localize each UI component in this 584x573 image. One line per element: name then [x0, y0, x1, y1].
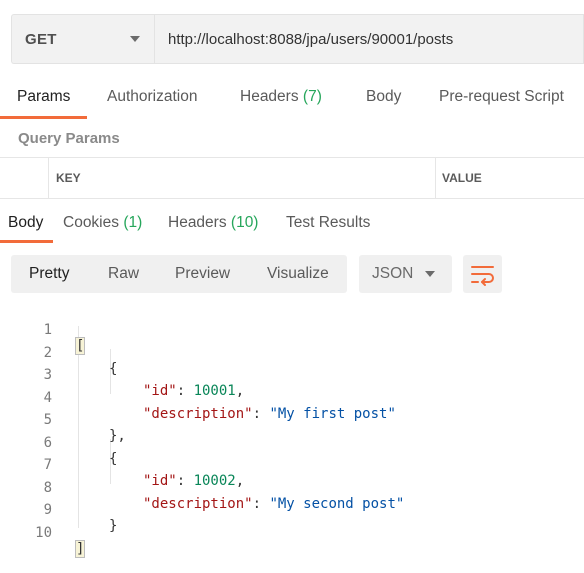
json-bracket: ] — [74, 540, 86, 558]
column-divider — [435, 158, 436, 199]
url-input[interactable]: http://localhost:8088/jpa/users/90001/po… — [154, 14, 584, 64]
view-preview-button[interactable]: Preview — [175, 265, 230, 283]
tab-label: Params — [17, 88, 71, 105]
tab-authorization[interactable]: Authorization — [107, 88, 197, 106]
code-line: 7 "id": 10002, — [0, 441, 584, 489]
code-line: 4 "description": "My first post" — [0, 374, 584, 422]
tab-label: Body — [366, 88, 402, 105]
chevron-down-icon — [130, 36, 140, 42]
code-line: 3 "id": 10001, — [0, 351, 584, 399]
chevron-down-icon — [425, 271, 435, 277]
request-bar: GET http://localhost:8088/jpa/users/9000… — [11, 14, 584, 64]
tab-pre-request-script[interactable]: Pre-request Script — [439, 88, 564, 106]
tab-label: Test Results — [286, 214, 371, 231]
code-line: 1 [ — [0, 306, 584, 355]
tab-headers[interactable]: Headers (7) — [240, 88, 322, 106]
column-header-value: VALUE — [442, 171, 482, 185]
view-mode-group: Pretty Raw Preview Visualize — [11, 255, 347, 293]
tab-params[interactable]: Params — [17, 88, 70, 106]
request-tabs: Params Authorization Headers (7) Body Pr… — [0, 80, 584, 120]
method-select[interactable]: GET — [11, 14, 154, 64]
format-label: JSON — [372, 265, 414, 282]
code-line: 2 { — [0, 329, 584, 377]
active-tab-indicator — [0, 116, 87, 119]
wrap-lines-button[interactable] — [463, 255, 502, 293]
column-header-key: KEY — [56, 171, 81, 185]
tab-body[interactable]: Body — [366, 88, 401, 106]
tab-count: (10) — [230, 214, 259, 231]
query-params-table: KEY VALUE — [0, 157, 584, 199]
tab-count: (1) — [123, 214, 143, 231]
active-response-tab-indicator — [0, 240, 53, 243]
code-line: 9 } — [0, 486, 584, 534]
tab-count: (7) — [302, 88, 322, 105]
response-tabs: Body Cookies (1) Headers (10) Test Resul… — [0, 205, 584, 245]
tab-label: Headers — [168, 214, 227, 231]
response-body-viewer[interactable]: 1 [ 2 { 3 "id": 10001, 4 "description": … — [0, 304, 584, 558]
line-number: 10 — [35, 525, 52, 541]
code-line: 8 "description": "My second post" — [0, 464, 584, 512]
view-visualize-button[interactable]: Visualize — [267, 265, 329, 283]
url-text: http://localhost:8088/jpa/users/90001/po… — [168, 31, 454, 48]
code-line: 10 ] — [0, 509, 584, 558]
code-line: 6 { — [0, 419, 584, 467]
view-raw-button[interactable]: Raw — [108, 265, 139, 283]
response-tab-headers[interactable]: Headers (10) — [168, 214, 258, 232]
column-divider — [48, 158, 49, 199]
response-tab-body[interactable]: Body — [8, 214, 43, 232]
method-label: GET — [25, 31, 57, 48]
response-tab-cookies[interactable]: Cookies (1) — [63, 214, 142, 232]
response-tab-test-results[interactable]: Test Results — [286, 214, 370, 232]
query-params-title: Query Params — [18, 130, 120, 147]
format-select[interactable]: JSON — [359, 255, 452, 293]
tab-label: Headers — [240, 88, 299, 105]
view-pretty-button[interactable]: Pretty — [29, 265, 69, 283]
tab-label: Authorization — [107, 88, 198, 105]
tab-label: Body — [8, 214, 44, 231]
code-line: 5 }, — [0, 396, 584, 444]
tab-label: Pre-request Script — [439, 88, 564, 105]
wrap-lines-icon — [471, 266, 494, 286]
tab-label: Cookies — [63, 214, 119, 231]
